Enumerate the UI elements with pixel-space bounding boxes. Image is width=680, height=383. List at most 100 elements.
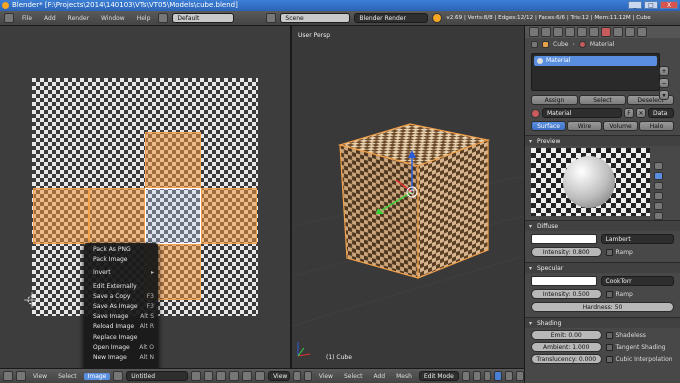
uv-face[interactable] bbox=[145, 132, 201, 188]
menu-item-save-as-image[interactable]: Save As Image F3 bbox=[84, 302, 158, 312]
scene-tab-icon[interactable] bbox=[541, 27, 551, 37]
hardness-slider[interactable]: Hardness: 50 bbox=[531, 302, 674, 312]
translucency-slider[interactable]: Translucency: 0.000 bbox=[531, 354, 602, 364]
specular-color-swatch[interactable] bbox=[531, 276, 597, 286]
menu-item-open-image[interactable]: Open Image Alt O bbox=[84, 343, 158, 353]
vp-menu-select[interactable]: Select bbox=[340, 373, 367, 380]
uv-menu-view[interactable]: View bbox=[29, 373, 51, 380]
fake-user-button[interactable]: F bbox=[624, 108, 634, 118]
preview-sphere-icon[interactable] bbox=[654, 172, 663, 180]
tab-wire[interactable]: Wire bbox=[567, 121, 602, 131]
slot-specials-icon[interactable]: ▾ bbox=[659, 90, 669, 100]
close-button[interactable]: X bbox=[660, 1, 678, 9]
material-slot-list[interactable]: Material bbox=[531, 53, 660, 91]
preview-flat-icon[interactable] bbox=[654, 162, 663, 170]
tab-halo[interactable]: Halo bbox=[639, 121, 674, 131]
menu-item-save-image[interactable]: Save Image Alt S bbox=[84, 312, 158, 322]
menu-item-pack-as-png[interactable]: Pack As PNG bbox=[84, 245, 158, 255]
emit-slider[interactable]: Emit: 0.00 bbox=[531, 330, 602, 340]
vp-menu-add[interactable]: Add bbox=[369, 373, 389, 380]
render-engine-select[interactable]: Blender Render bbox=[354, 13, 429, 23]
tab-surface[interactable]: Surface bbox=[531, 121, 566, 131]
pivot-icon[interactable] bbox=[472, 371, 481, 381]
add-slot-button[interactable]: + bbox=[659, 66, 669, 76]
editor-type-icon[interactable] bbox=[293, 371, 301, 381]
diffuse-panel-header[interactable]: Diffuse bbox=[525, 220, 680, 232]
pin-icon[interactable] bbox=[216, 371, 227, 381]
menu-item-invert[interactable]: Invert ▸ bbox=[84, 268, 158, 278]
shadeless-checkbox[interactable]: Shadeless bbox=[605, 331, 675, 339]
modifier-tab-icon[interactable] bbox=[577, 27, 587, 37]
cube-mesh[interactable] bbox=[337, 123, 491, 279]
menu-item-new-image[interactable]: New Image Alt N bbox=[84, 353, 158, 363]
rotate-icon[interactable] bbox=[505, 371, 514, 381]
diffuse-ramp-checkbox[interactable]: Ramp bbox=[605, 248, 675, 256]
select-button[interactable]: Select bbox=[579, 95, 626, 105]
particles-tab-icon[interactable] bbox=[625, 27, 635, 37]
link-data-select[interactable]: Data bbox=[648, 108, 674, 118]
scene-icon[interactable] bbox=[266, 13, 277, 23]
menu-add[interactable]: Add bbox=[40, 15, 60, 22]
menu-item-edit-externally[interactable]: Edit Externally bbox=[84, 282, 158, 292]
menu-file[interactable]: File bbox=[18, 15, 36, 22]
cubic-interpolation-checkbox[interactable]: Cubic Interpolation bbox=[605, 355, 675, 363]
mode-icon[interactable] bbox=[229, 371, 240, 381]
translate-icon[interactable] bbox=[494, 371, 503, 381]
object-tab-icon[interactable] bbox=[565, 27, 575, 37]
assign-button[interactable]: Assign bbox=[531, 95, 578, 105]
menu-item-pack-image[interactable]: Pack Image bbox=[84, 255, 158, 265]
uv-face[interactable] bbox=[89, 188, 145, 244]
minimize-button[interactable]: _ bbox=[628, 1, 642, 9]
physics-tab-icon[interactable] bbox=[637, 27, 647, 37]
scale-icon[interactable] bbox=[516, 371, 524, 381]
menu-item-reload-image[interactable]: Reload Image Alt R bbox=[84, 322, 158, 332]
pivot-icon[interactable] bbox=[242, 371, 253, 381]
maximize-button[interactable]: □ bbox=[644, 1, 658, 9]
diffuse-intensity-slider[interactable]: Intensity: 0.800 bbox=[531, 247, 602, 257]
collapse-menus-icon[interactable] bbox=[303, 371, 312, 381]
screen-layout-field[interactable]: Default bbox=[172, 13, 235, 23]
image-browse-icon[interactable] bbox=[113, 371, 124, 381]
preview-hair-icon[interactable] bbox=[654, 202, 663, 210]
uv-face[interactable] bbox=[201, 188, 257, 244]
manipulator-icon[interactable] bbox=[483, 371, 492, 381]
world-tab-icon[interactable] bbox=[553, 27, 563, 37]
collapse-menus-icon[interactable] bbox=[15, 371, 26, 381]
image-name-field[interactable]: Untitled bbox=[126, 371, 188, 381]
editor-type-icon[interactable] bbox=[4, 13, 14, 23]
specular-panel-header[interactable]: Specular bbox=[525, 262, 680, 274]
snap-icon[interactable] bbox=[255, 371, 266, 381]
material-browse-icon[interactable] bbox=[531, 108, 540, 118]
menu-item-replace-image[interactable]: Replace Image bbox=[84, 333, 158, 343]
diffuse-shader-select[interactable]: Lambert bbox=[600, 234, 674, 244]
render-tab-icon[interactable] bbox=[529, 27, 539, 37]
2d-cursor-icon[interactable] bbox=[24, 292, 40, 308]
data-tab-icon[interactable] bbox=[589, 27, 599, 37]
pin-icon[interactable] bbox=[531, 41, 538, 48]
uv-menu-image[interactable]: Image bbox=[83, 372, 111, 380]
view-mode-select[interactable]: View bbox=[268, 371, 290, 381]
menu-item-save-a-copy[interactable]: Save a Copy F3 bbox=[84, 292, 158, 302]
layout-icon[interactable] bbox=[158, 13, 169, 23]
new-image-icon[interactable] bbox=[190, 371, 201, 381]
uv-menu-select[interactable]: Select bbox=[54, 373, 81, 380]
unlink-material-button[interactable]: ✕ bbox=[636, 108, 646, 118]
material-name-field[interactable]: Material bbox=[542, 108, 622, 118]
diffuse-color-swatch[interactable] bbox=[531, 234, 597, 244]
preview-sky-icon[interactable] bbox=[654, 212, 663, 220]
shading-panel-header[interactable]: Shading bbox=[525, 317, 680, 329]
menu-help[interactable]: Help bbox=[133, 15, 155, 22]
material-slot-item[interactable]: Material bbox=[534, 56, 657, 66]
vp-menu-view[interactable]: View bbox=[315, 373, 337, 380]
editor-type-icon[interactable] bbox=[3, 371, 13, 381]
3d-viewport[interactable]: User Persp (1) Cube bbox=[292, 26, 524, 368]
preview-monkey-icon[interactable] bbox=[654, 192, 663, 200]
ambient-slider[interactable]: Ambient: 1.000 bbox=[531, 342, 602, 352]
open-image-icon[interactable] bbox=[203, 371, 214, 381]
remove-slot-button[interactable]: − bbox=[659, 78, 669, 88]
tab-volume[interactable]: Volume bbox=[603, 121, 638, 131]
menu-window[interactable]: Window bbox=[97, 15, 129, 22]
texture-tab-icon[interactable] bbox=[613, 27, 623, 37]
scene-field[interactable]: Scene bbox=[280, 13, 351, 23]
material-tab-icon[interactable] bbox=[601, 27, 611, 37]
